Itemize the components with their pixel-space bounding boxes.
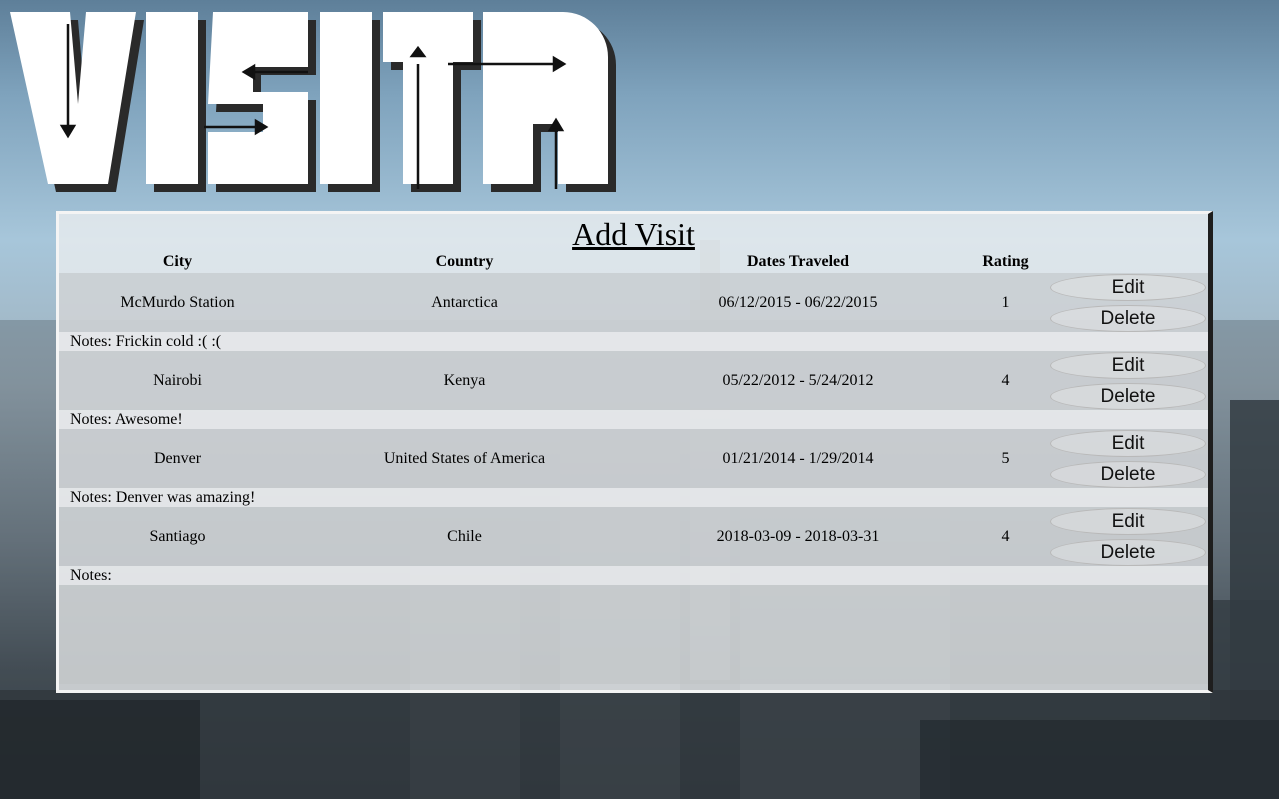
- city-cell: Denver: [153, 449, 202, 467]
- delete-button[interactable]: Delete: [1050, 460, 1206, 488]
- country-cell: Antarctica: [431, 293, 498, 311]
- header-actions: [1048, 253, 1208, 273]
- notes-row: Notes: Awesome!: [59, 410, 1208, 429]
- rating-cell: 4: [1001, 371, 1010, 389]
- dates-cell: 05/22/2012 - 5/24/2012: [722, 371, 874, 389]
- delete-button[interactable]: Delete: [1050, 538, 1206, 566]
- edit-button[interactable]: Edit: [1050, 351, 1206, 379]
- dates-cell: 06/12/2015 - 06/22/2015: [718, 293, 878, 311]
- row-actions: Edit Delete: [1048, 272, 1208, 334]
- city-cell: McMurdo Station: [120, 293, 235, 311]
- delete-button[interactable]: Delete: [1050, 382, 1206, 410]
- country-cell: Kenya: [443, 371, 486, 389]
- header-country: Country: [435, 253, 494, 270]
- rating-cell: 5: [1001, 449, 1010, 467]
- table-row: Nairobi Kenya 05/22/2012 - 5/24/2012 4 E…: [59, 351, 1208, 410]
- table-row: Denver United States of America 01/21/20…: [59, 429, 1208, 488]
- rating-cell: 1: [1001, 293, 1010, 311]
- notes-row: Notes: Denver was amazing!: [59, 488, 1208, 507]
- row-actions: Edit Delete: [1048, 506, 1208, 568]
- country-cell: Chile: [447, 527, 482, 545]
- country-cell: United States of America: [383, 449, 546, 467]
- rating-cell: 4: [1001, 527, 1010, 545]
- header-dates: Dates Traveled: [746, 253, 850, 270]
- notes-row: Notes:: [59, 566, 1208, 585]
- city-cell: Santiago: [149, 527, 206, 545]
- dates-cell: 2018-03-09 - 2018-03-31: [716, 527, 880, 545]
- delete-button[interactable]: Delete: [1050, 304, 1206, 332]
- dates-cell: 01/21/2014 - 1/29/2014: [722, 449, 874, 467]
- table-header: City Country Dates Traveled Rating: [59, 253, 1208, 273]
- edit-button[interactable]: Edit: [1050, 273, 1206, 301]
- visitr-logo: [8, 4, 618, 200]
- visits-panel: Add Visit City Country Dates Traveled Ra…: [56, 211, 1213, 693]
- header-city: City: [162, 253, 193, 270]
- row-actions: Edit Delete: [1048, 350, 1208, 412]
- edit-button[interactable]: Edit: [1050, 507, 1206, 535]
- table-row: McMurdo Station Antarctica 06/12/2015 - …: [59, 273, 1208, 332]
- row-actions: Edit Delete: [1048, 428, 1208, 490]
- add-visit-link[interactable]: Add Visit: [59, 215, 1208, 253]
- header-rating: Rating: [982, 253, 1029, 270]
- city-cell: Nairobi: [153, 371, 202, 389]
- edit-button[interactable]: Edit: [1050, 429, 1206, 457]
- notes-row: Notes: Frickin cold :( :(: [59, 332, 1208, 351]
- empty-table-area: [59, 585, 1208, 684]
- table-row: Santiago Chile 2018-03-09 - 2018-03-31 4…: [59, 507, 1208, 566]
